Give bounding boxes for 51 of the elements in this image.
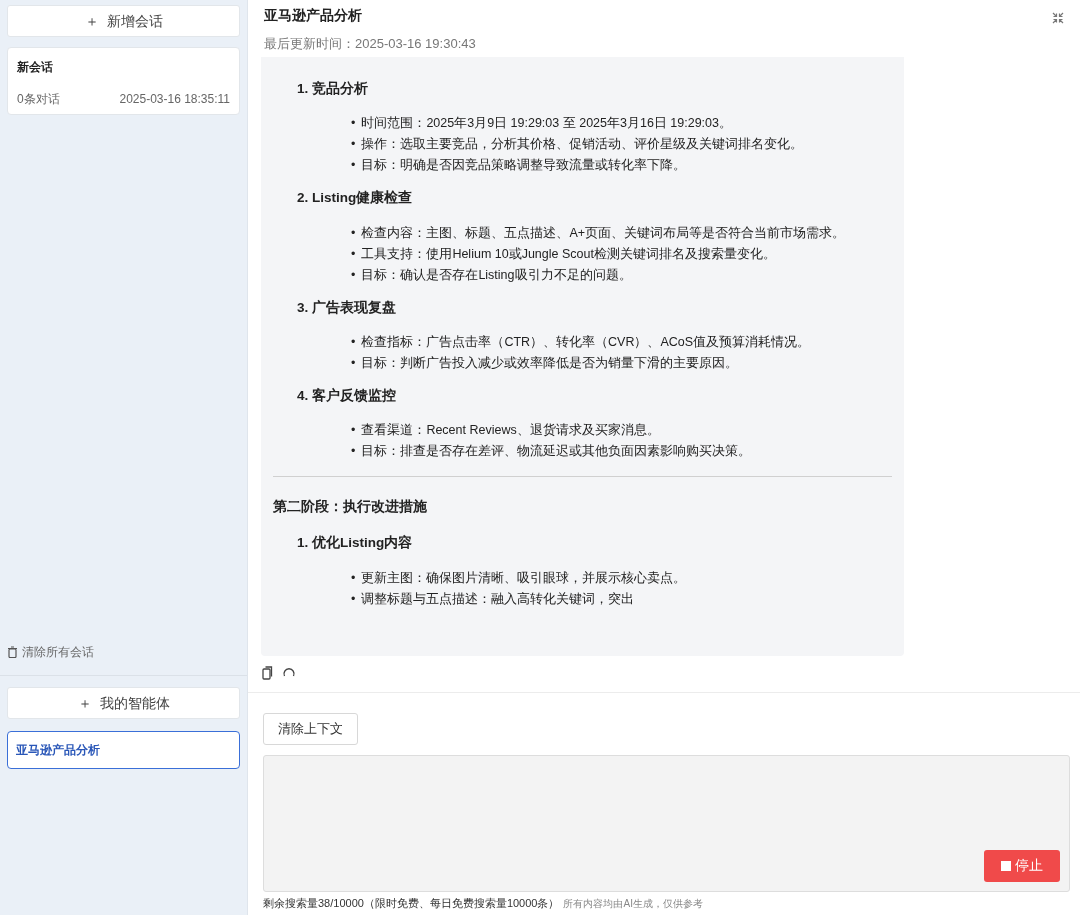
- collapse-icon[interactable]: [1052, 12, 1064, 24]
- bullet-text: 操作：选取主要竞品，分析其价格、促销活动、评价星级及关键词排名变化。: [361, 136, 804, 154]
- new-chat-button[interactable]: ＋ 新增会话: [7, 5, 240, 37]
- bullet-text: 目标：排查是否存在差评、物流延迟或其他负面因素影响购买决策。: [361, 443, 752, 460]
- bullet-icon: •: [351, 134, 356, 156]
- bullet-text: 更新主图：确保图片清晰、吸引眼球，并展示核心卖点。: [361, 569, 687, 587]
- stop-button[interactable]: 停止: [984, 849, 1060, 882]
- plus-icon: ＋: [84, 10, 99, 32]
- bullet-icon: •: [351, 222, 356, 244]
- conversation-item[interactable]: 新会话 0条对话 2025-03-16 18:35:11: [7, 47, 240, 115]
- bullet-text: 检查指标：广告点击率（CTR）、转化率（CVR）、ACoS值及预算消耗情况。: [361, 333, 811, 351]
- stop-icon: [1001, 860, 1011, 871]
- bullet-text: 目标：判断广告投入减少或效率降低是否为销量下滑的主要原因。: [361, 354, 739, 372]
- message-input[interactable]: 停止: [263, 754, 1070, 892]
- bullet-text: 目标：明确是否因竞品策略调整导致流量或转化率下降。: [361, 157, 687, 175]
- bullet-icon: •: [351, 243, 356, 265]
- stage-heading: 第二阶段：执行改进措施: [273, 498, 428, 516]
- section-heading: 1. 竞品分析: [297, 80, 369, 98]
- bullet-icon: •: [351, 588, 356, 610]
- my-agents-button[interactable]: ＋ 我的智能体: [7, 687, 240, 719]
- last-updated-text: 最后更新时间：2025-03-16 19:30:43: [264, 35, 476, 53]
- bullet-text: 时间范围：2025年3月9日 19:29:03 至 2025年3月16日 19:29:03。: [361, 115, 732, 133]
- bullet-text: 查看渠道：Recent Reviews、退货请求及买家消息。: [361, 422, 660, 439]
- message-count: 0条对话: [17, 91, 60, 108]
- copy-icon[interactable]: [262, 666, 273, 680]
- bullet-text: 检查内容：主图、标题、五点描述、A+页面、关键词布局等是否符合当前市场需求。: [361, 224, 846, 242]
- trash-icon[interactable]: [7, 646, 18, 658]
- quota-text: 剩余搜索量38/10000（限时免费、每日免费搜索量10000条）: [263, 896, 560, 909]
- bullet-icon: •: [351, 331, 356, 353]
- bullet-icon: •: [351, 264, 356, 286]
- conversation-time: 2025-03-16 18:35:11: [119, 91, 230, 108]
- clear-context-button[interactable]: 清除上下文: [263, 713, 358, 745]
- section-heading: 4. 客户反馈监控: [297, 386, 397, 405]
- disclaimer-text: 所有内容均由AI生成，仅供参考: [563, 897, 703, 909]
- bullet-icon: •: [351, 441, 356, 462]
- section-heading: 3. 广告表现复盘: [297, 298, 397, 317]
- bullet-icon: •: [351, 155, 356, 177]
- bullet-icon: •: [351, 567, 356, 589]
- section-heading: 2. Listing健康检查: [297, 189, 414, 208]
- section-heading: 1. 优化Listing内容: [297, 534, 414, 553]
- conversation-title: 新会话: [17, 59, 54, 76]
- bullet-text: 调整标题与五点描述：融入高转化关键词，突出: [361, 590, 635, 608]
- bullet-text: 目标：确认是否存在Listing吸引力不足的问题。: [361, 266, 632, 284]
- bullet-icon: •: [351, 113, 356, 135]
- plus-icon: ＋: [77, 692, 92, 714]
- bullet-icon: •: [351, 420, 356, 441]
- bullet-icon: •: [351, 352, 356, 374]
- chat-title: 亚马逊产品分析: [264, 6, 363, 25]
- clear-all-link[interactable]: 清除所有会话: [22, 643, 94, 661]
- agent-item[interactable]: 亚马逊产品分析: [7, 731, 240, 769]
- bullet-text: 工具支持：使用Helium 10或Jungle Scout检测关键词排名及搜索量变化。: [361, 245, 776, 263]
